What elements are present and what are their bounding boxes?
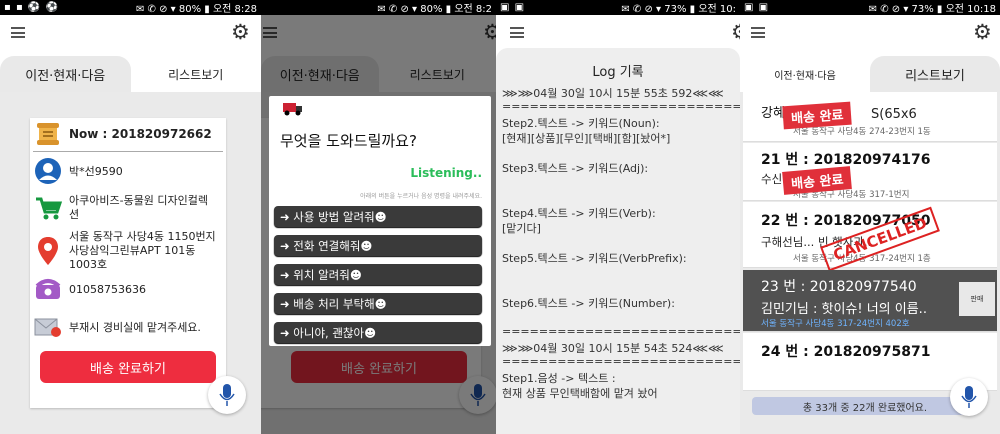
log-line: ================================ [502,355,740,368]
screen-voice-assistant: ✉ ✆ ⊘ ▾ 80% ▮ 오전 8:2 ⚙ 이전·현재·다음 리스트보기 배송… [261,0,496,434]
gear-icon[interactable]: ⚙ [731,22,740,43]
delivered-stamp: 배송 완료 [782,101,853,130]
person-icon [33,156,63,186]
log-panel: Log 기록 ⋙⋙04월 30일 10시 15분 55초 592⋘⋘ ======… [496,48,740,434]
mail-alert-icon [33,312,63,342]
menu-icon[interactable] [11,27,25,38]
sale-badge: 판매 [959,282,995,316]
status-bar: ✉ ✆ ⊘ ▾ 80% ▮ 오전 8:2 [261,0,496,15]
option-cancel[interactable]: ➜ 아니야, 괜찮아☻ [274,322,482,343]
list-area: 강혜경 ... 서울 동작구 사당4동 274-23번지 1동 배송 완료 S(… [740,92,1000,434]
assistant-hint: 아래의 버튼을 누르거나 음성 명령을 내려주세요. [360,193,482,200]
log-line: ⋙⋙04월 30일 10시 15분 54초 524⋘⋘ [502,342,724,355]
item-address: 서울 동작구 사당4동 317-24번지 402호 [761,319,910,329]
tab-current[interactable]: 이전·현재·다음 [740,56,870,92]
screen-log: ▣ ▣ ✉ ✆ ⊘ ▾ 73% ▮ 오전 10: ⚙ Log 기록 ⋙⋙04월 … [496,0,740,434]
delivery-card: Now : 201820972662 박*선9590 아쿠아비즈-동물원 디자인… [30,118,226,408]
log-line: ================================ [502,100,740,113]
divider [33,151,223,152]
status-left: ▪ ▪ ⚽ ⚽ [4,2,59,13]
log-line: Step6.텍스트 -> 키워드(Number): [502,297,675,310]
listening-status: Listening.. [410,166,482,180]
phone-row: 01058753636 [33,273,223,305]
status-right: ✉ ✆ ⊘ ▾ 73% ▮ 오전 10:18 [868,4,996,15]
truck-icon [282,100,304,120]
log-line: Step4.텍스트 -> 키워드(Verb): [502,207,656,220]
screen-list: ▣ ▣ ✉ ✆ ⊘ ▾ 73% ▮ 오전 10:18 ⚙ 이전·현재·다음 리스… [740,0,1000,434]
log-title: Log 기록 [592,65,644,80]
log-line: ⋙⋙04월 30일 10시 15분 55초 592⋘⋘ [502,87,724,100]
log-line: Step3.텍스트 -> 키워드(Adj): [502,162,649,175]
log-line: ================================ [502,325,740,338]
gear-icon[interactable]: ⚙ [973,22,992,43]
sale-badge-text: 판매 [970,295,984,303]
recipient-name: 박*선9590 [69,165,123,178]
item-subtitle: 김민기님 : 핫이슈! 너의 이름.. [761,302,927,317]
location-pin-icon [33,231,63,271]
log-line: Step2.텍스트 -> 키워드(Noun): [502,117,660,130]
telephone-icon[interactable] [33,274,63,304]
menu-icon[interactable] [510,27,524,38]
status-left: ▣ ▣ [500,2,526,13]
option-process-delivery[interactable]: ➜ 배송 처리 부탁해☻ [274,293,482,314]
list-item[interactable]: 강혜경 ... 서울 동작구 사당4동 274-23번지 1동 배송 완료 S(… [743,92,997,142]
tracking-now: Now : 201820972662 [69,127,212,141]
status-right: ✉ ✆ ⊘ ▾ 73% ▮ 오전 10: [621,4,736,15]
item-label: S(65x6 [871,107,917,122]
screen-current-delivery: ▪ ▪ ⚽ ⚽ ✉ ✆ ⊘ ▾ 80% ▮ 오전 8:28 ⚙ 이전·현재·다음… [0,0,261,434]
status-bar: ▪ ▪ ⚽ ⚽ ✉ ✆ ⊘ ▾ 80% ▮ 오전 8:28 [0,0,261,15]
tab-list[interactable]: 리스트보기 [870,56,1000,92]
item-title: 23 번 : 201820977540 [761,279,917,295]
mic-icon[interactable] [950,378,988,416]
name-row: 박*선9590 [33,156,223,186]
phone-number[interactable]: 01058753636 [69,283,146,296]
status-bar: ▣ ▣ ✉ ✆ ⊘ ▾ 73% ▮ 오전 10:18 [740,0,1000,15]
log-line: Step5.텍스트 -> 키워드(VerbPrefix): [502,252,687,265]
cart-icon [33,193,63,223]
option-call[interactable]: ➜ 전화 연결해줘☻ [274,235,482,256]
address-text: 서울 동작구 사당4동 1150번지 사당삼익그린뷰APT 101동 1003호 [69,230,216,271]
memo-text: 부재시 경비실에 맡겨주세요. [69,321,201,334]
option-how-to-use[interactable]: ➜ 사용 방법 알려줘☻ [274,206,482,227]
status-left: ▣ ▣ [744,2,770,13]
item-title: 24 번 : 201820975871 [761,344,931,360]
now-row: Now : 201820972662 [33,119,223,149]
list-item[interactable]: 21 번 : 201820974176 수신...: 백양... 서울 동작구 … [743,143,997,201]
tab-current[interactable]: 이전·현재·다음 [0,56,131,92]
status-right: ✉ ✆ ⊘ ▾ 80% ▮ 오전 8:28 [136,4,257,15]
gear-icon[interactable]: ⚙ [231,22,250,43]
mic-icon[interactable] [208,376,246,414]
list-item[interactable]: 22 번 : 201820977050 구해선님... 빈 햇사과.. 서울 동… [743,202,997,272]
log-line: Step1.음성 -> 텍스트 : [502,372,616,385]
content-area: Now : 201820972662 박*선9590 아쿠아비즈-동물원 디자인… [0,92,261,434]
assistant-question: 무엇을 도와드릴까요? [280,132,417,150]
address-row: 서울 동작구 사당4동 1150번지 사당삼익그린뷰APT 101동 1003호 [33,228,223,274]
status-right: ✉ ✆ ⊘ ▾ 80% ▮ 오전 8:2 [377,4,492,15]
shop-name: 아쿠아비즈-동물원 디자인컬렉션 [69,194,209,221]
delivery-complete-button[interactable]: 배송 완료하기 [40,351,216,383]
scroll-icon [33,119,63,149]
progress-footer: 총 33개 중 22개 완료했어요. [752,397,978,415]
log-line: [맡기다] [502,222,541,235]
status-bar: ▣ ▣ ✉ ✆ ⊘ ▾ 73% ▮ 오전 10: [496,0,740,15]
memo-row: 부재시 경비실에 맡겨주세요. [33,312,223,342]
shop-row: 아쿠아비즈-동물원 디자인컬렉션 [33,191,223,225]
log-line: [현재][상품][무인][택배][함][놨어*] [502,132,671,145]
tab-list[interactable]: 리스트보기 [131,56,262,92]
log-line: 현재 상품 무인택배함에 맡겨 놨어 [502,387,658,400]
menu-icon[interactable] [751,27,765,38]
assistant-dialog: 무엇을 도와드릴까요? Listening.. 아래의 버튼을 누르거나 음성 … [269,96,491,346]
option-location[interactable]: ➜ 위치 알려줘☻ [274,264,482,285]
list-item-selected[interactable]: 23 번 : 201820977540 김민기님 : 핫이슈! 너의 이름.. … [743,270,997,332]
